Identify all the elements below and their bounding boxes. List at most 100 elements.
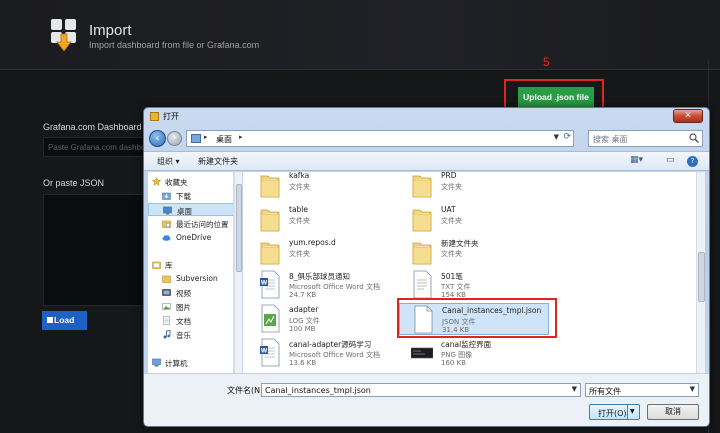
- upload-json-button[interactable]: Upload .json file: [518, 87, 594, 107]
- dialog-folder-icon: [150, 112, 159, 121]
- log-file-icon: [259, 304, 281, 333]
- file-type: 文件夹: [441, 217, 462, 225]
- address-bar[interactable]: ▸ 桌面 ▸ ▼ ⟳: [186, 130, 574, 147]
- nav-item-label: 文档: [176, 317, 191, 326]
- file-item[interactable]: UAT 文件夹: [399, 203, 549, 235]
- cancel-button[interactable]: 取消: [647, 404, 699, 420]
- folder-icon: [411, 172, 433, 199]
- load-button[interactable]: Load: [42, 311, 87, 330]
- file-item[interactable]: table 文件夹: [247, 203, 397, 235]
- file-size: 24.7 KB: [289, 291, 317, 299]
- nav-item[interactable]: 最近访问的位置: [148, 217, 233, 230]
- video-icon: [162, 288, 171, 297]
- nav-item[interactable]: 音乐: [148, 328, 233, 341]
- file-item[interactable]: 501笔 TXT 文件 154 KB: [399, 269, 549, 301]
- file-name: kafka: [289, 172, 310, 180]
- computer-icon: [152, 358, 161, 367]
- folder-icon: [411, 237, 433, 266]
- nav-item[interactable]: Subversion: [148, 272, 233, 285]
- filename-value: Canal_instances_tmpl.json: [265, 386, 371, 395]
- open-button[interactable]: 打开(O) ▼: [589, 404, 640, 420]
- recent-icon: [162, 219, 171, 228]
- dialog-footer: 文件名(N): Canal_instances_tmpl.json ▼ 所有文件…: [144, 373, 709, 426]
- file-name: 501笔: [441, 272, 463, 281]
- file-item[interactable]: 新建文件夹 文件夹: [399, 236, 549, 268]
- page-header: Import Import dashboard from file or Gra…: [0, 0, 720, 70]
- import-icon: [51, 19, 76, 52]
- cloud-icon: [162, 233, 171, 242]
- nav-item[interactable]: 收藏夹: [148, 175, 233, 188]
- file-name: 新建文件夹: [441, 239, 479, 248]
- folder-icon: [259, 237, 281, 266]
- file-name: canal-adapter源码学习: [289, 340, 372, 349]
- file-type: 文件夹: [289, 250, 310, 258]
- file-size: 100 MB: [289, 325, 316, 333]
- dialog-close-button[interactable]: ✕: [673, 109, 703, 123]
- svg-text:W: W: [261, 348, 268, 355]
- step-annotation: 5: [543, 55, 550, 69]
- nav-item[interactable]: 文档: [148, 314, 233, 327]
- file-name: canal监控界面: [441, 340, 492, 349]
- nav-item[interactable]: 库: [148, 258, 233, 271]
- nav-item[interactable]: 下载: [148, 189, 233, 202]
- chevron-right-icon[interactable]: ▸: [239, 133, 243, 141]
- address-current[interactable]: 桌面: [216, 134, 232, 145]
- dialog-toolbar: 组织 ▾ 新建文件夹 ▦▾ ▭ ?: [144, 151, 709, 171]
- refresh-icon[interactable]: ⟳: [563, 132, 571, 142]
- view-options-icon[interactable]: ▦▾: [630, 155, 643, 165]
- file-name: 8_俱乐部球员通知: [289, 272, 351, 281]
- dialog-titlebar[interactable]: 打开 ✕: [144, 108, 709, 126]
- chevron-right-icon[interactable]: ▸: [204, 133, 208, 141]
- file-name: yum.repos.d: [289, 238, 336, 247]
- back-arrow-icon[interactable]: ‹: [149, 130, 166, 147]
- filename-input[interactable]: Canal_instances_tmpl.json ▼: [261, 383, 581, 397]
- music-icon: [162, 329, 171, 339]
- chevron-down-icon[interactable]: ▼: [554, 133, 559, 141]
- download-folder-icon: [162, 191, 171, 200]
- organize-menu[interactable]: 组织 ▾: [157, 156, 180, 167]
- forward-arrow-icon[interactable]: ›: [167, 131, 182, 146]
- nav-item-label: 图片: [176, 303, 191, 312]
- preview-pane-icon[interactable]: ▭: [666, 155, 675, 165]
- nav-scrollbar[interactable]: [234, 172, 242, 373]
- nav-item[interactable]: 计算机: [148, 356, 233, 369]
- file-scrollbar[interactable]: [696, 172, 705, 373]
- nav-scroll-thumb[interactable]: [236, 184, 242, 272]
- file-size: 13.6 KB: [289, 359, 317, 367]
- file-type: 文件夹: [441, 183, 462, 191]
- chevron-down-icon[interactable]: ▼: [630, 408, 635, 415]
- file-item[interactable]: W 8_俱乐部球员通知 Microsoft Office Word 文档 24.7 K…: [247, 269, 397, 301]
- library-icon: [152, 260, 161, 269]
- nav-item[interactable]: 桌面: [148, 203, 233, 216]
- chevron-down-icon[interactable]: ▼: [572, 385, 577, 393]
- png-image-icon: [410, 338, 434, 367]
- search-input[interactable]: 搜索 桌面: [588, 130, 703, 147]
- file-list: kafka 文件夹 table 文件夹 yum.repos.d 文件夹 W 8_俱乐部球员通知…: [243, 172, 704, 373]
- file-item[interactable]: adapter LOG 文件 100 MB: [247, 303, 397, 335]
- folder-icon: [411, 204, 433, 233]
- file-item[interactable]: yum.repos.d 文件夹: [247, 236, 397, 268]
- search-icon: [689, 133, 699, 143]
- nav-item-label: 计算机: [165, 359, 188, 368]
- file-item[interactable]: canal监控界面 PNG 图像 160 KB: [399, 337, 549, 369]
- new-folder-button[interactable]: 新建文件夹: [198, 156, 238, 167]
- file-scroll-thumb[interactable]: [698, 252, 705, 302]
- nav-item[interactable]: 图片: [148, 300, 233, 313]
- paste-json-label: Or paste JSON: [43, 178, 105, 188]
- filetype-select[interactable]: 所有文件 ▼: [585, 383, 699, 397]
- paste-json-textarea[interactable]: [43, 194, 145, 306]
- star-icon: [151, 176, 162, 186]
- gcom-dashboard-label: Grafana.com Dashboard: [43, 122, 142, 132]
- gcom-dashboard-input[interactable]: Paste Grafana.com dashboard url or id: [43, 137, 145, 157]
- file-name: PRD: [441, 172, 457, 180]
- file-item[interactable]: PRD 文件夹: [399, 172, 549, 201]
- help-icon[interactable]: ?: [687, 156, 698, 167]
- chevron-down-icon[interactable]: ▼: [690, 385, 695, 393]
- file-name: adapter: [289, 305, 319, 314]
- picture-icon: [162, 302, 171, 311]
- file-item[interactable]: Wcanal-adapter源码学习 Microsoft Office Word …: [247, 337, 397, 369]
- file-item[interactable]: kafka 文件夹: [247, 172, 397, 201]
- nav-item[interactable]: OneDrive: [148, 231, 233, 244]
- nav-item[interactable]: 视频: [148, 286, 233, 299]
- file-type: 文件夹: [289, 217, 310, 225]
